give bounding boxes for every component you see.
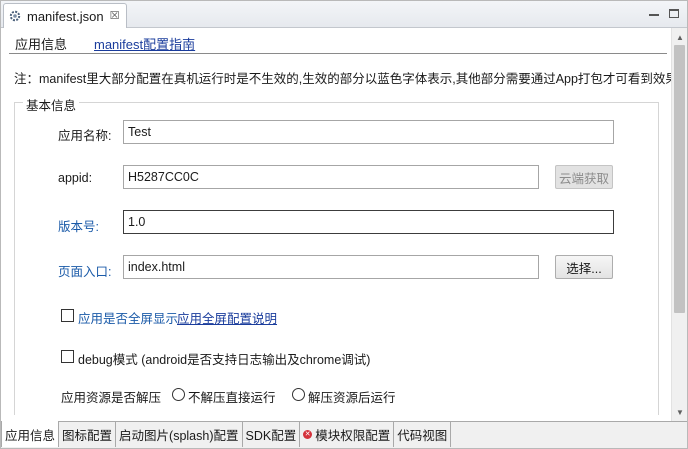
fullscreen-checkbox[interactable] <box>61 309 74 322</box>
tab-splash-config[interactable]: 启动图片(splash)配置 <box>116 422 243 447</box>
tab-module-permissions-label: 模块权限配置 <box>315 429 391 443</box>
choose-entry-button[interactable]: 选择... <box>555 255 613 279</box>
tab-app-info[interactable]: 应用信息 <box>1 421 60 447</box>
debug-checkbox[interactable] <box>61 350 74 363</box>
entry-input[interactable] <box>123 255 539 279</box>
entry-label: 页面入口: <box>58 265 112 279</box>
maximize-icon <box>669 8 679 18</box>
tab-code-view[interactable]: 代码视图 <box>394 422 452 447</box>
unpack-no-radio[interactable] <box>172 388 185 401</box>
editor-tab-label: manifest.json <box>27 8 104 24</box>
version-label: 版本号: <box>58 220 99 234</box>
scroll-thumb[interactable] <box>674 45 685 313</box>
fullscreen-config-link[interactable]: 应用全屏配置说明 <box>177 308 277 327</box>
config-note: 注：manifest里大部分配置在真机运行时是不生效的,生效的部分以蓝色字体表示… <box>14 72 678 86</box>
app-name-label: 应用名称: <box>58 129 112 143</box>
header-row: 应用信息 manifest配置指南 <box>1 28 671 54</box>
gear-icon <box>8 9 22 23</box>
basic-info-legend: 基本信息 <box>23 95 80 114</box>
debug-label[interactable]: debug模式 (android是否支持日志输出及chrome调试) <box>78 349 370 368</box>
unpack-no-label[interactable]: 不解压直接运行 <box>188 387 276 406</box>
tab-icon-config[interactable]: 图标配置 <box>59 422 117 447</box>
cloud-fetch-button[interactable]: 云端获取 <box>555 165 613 189</box>
editor-tab-strip: manifest.json ☒ <box>1 1 687 28</box>
tab-module-permissions[interactable]: ✕ 模块权限配置 <box>300 422 395 447</box>
unpack-yes-radio[interactable] <box>292 388 305 401</box>
maximize-button[interactable] <box>667 7 681 19</box>
bottom-tab-bar: 应用信息 图标配置 启动图片(splash)配置 SDK配置 ✕ 模块权限配置 … <box>1 421 687 448</box>
manifest-editor-window: manifest.json ☒ 应用信息 manifest配置指南 注：mani… <box>0 0 688 449</box>
unpack-label: 应用资源是否解压 <box>61 391 162 405</box>
window-controls <box>647 7 681 19</box>
tab-sdk-config[interactable]: SDK配置 <box>243 422 301 447</box>
header-divider <box>9 53 667 54</box>
scroll-up-icon[interactable]: ▲ <box>672 29 688 45</box>
editor-tab-manifest[interactable]: manifest.json ☒ <box>3 3 127 28</box>
close-icon[interactable]: ☒ <box>110 10 120 22</box>
appid-label: appid: <box>58 171 93 185</box>
manifest-guide-link[interactable]: manifest配置指南 <box>94 34 195 53</box>
appid-input[interactable] <box>123 165 539 189</box>
app-name-input[interactable] <box>123 120 614 144</box>
minimize-icon <box>649 13 659 16</box>
unpack-yes-label[interactable]: 解压资源后运行 <box>308 387 396 406</box>
minimize-button[interactable] <box>647 7 661 19</box>
vertical-scrollbar[interactable]: ▲ ▼ <box>671 28 687 421</box>
scroll-down-icon[interactable]: ▼ <box>672 404 688 420</box>
fullscreen-label[interactable]: 应用是否全屏显示 <box>78 308 178 327</box>
error-icon: ✕ <box>303 430 313 439</box>
page-title: 应用信息 <box>15 37 68 52</box>
version-input[interactable] <box>123 210 614 234</box>
